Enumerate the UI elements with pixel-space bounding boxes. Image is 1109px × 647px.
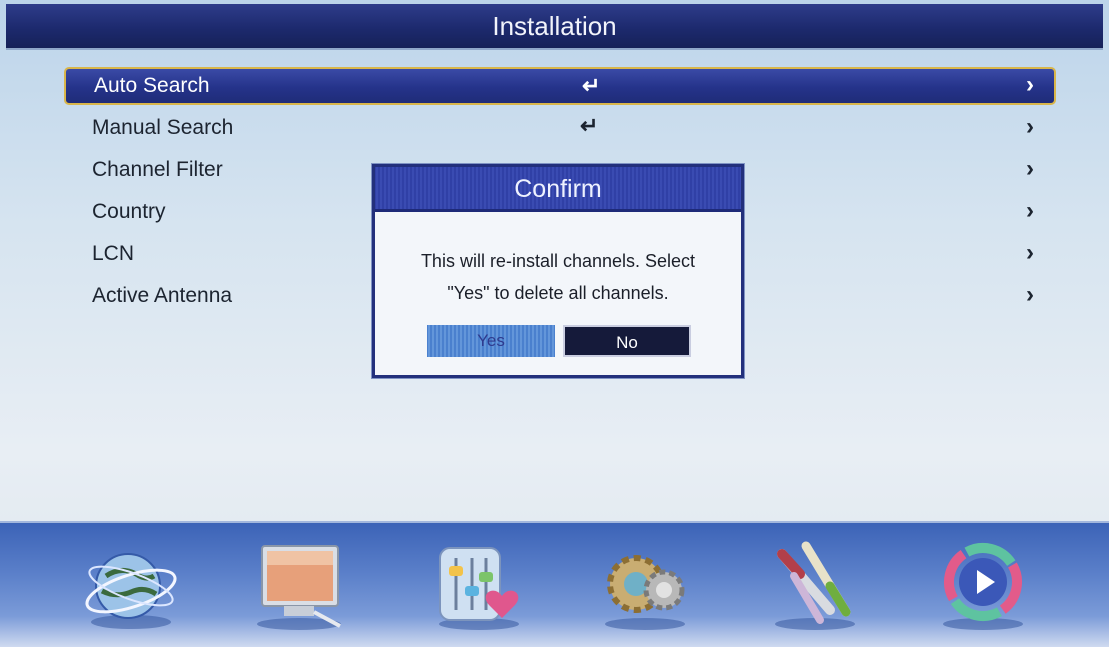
tools-icon[interactable] [760, 536, 870, 636]
dialog-message-line: This will re-install channels. Select [420, 251, 696, 271]
chevron-right-icon: › [1026, 71, 1034, 98]
play-icon[interactable] [928, 536, 1038, 636]
tv-screen: Installation Auto Search ↵ › Manual Sear… [0, 0, 1109, 647]
chevron-right-icon: › [1026, 113, 1034, 140]
menu-item-label: Channel Filter [92, 158, 223, 181]
chevron-right-icon: › [1026, 281, 1034, 308]
no-button[interactable]: No [563, 325, 691, 357]
menu-item-label: LCN [92, 242, 135, 265]
dialog-message: This will re-install channels. Select "Y… [375, 245, 741, 309]
dialog-message-line: "Yes" to delete all channels. [447, 283, 669, 303]
enter-icon: ↵ [582, 73, 601, 98]
menu-item-auto-search[interactable]: Auto Search ↵ › [64, 67, 1056, 105]
chevron-right-icon: › [1026, 155, 1034, 182]
menu-item-label: Active Antenna [92, 284, 233, 307]
monitor-icon[interactable] [244, 536, 354, 636]
dialog-title: Confirm [375, 167, 741, 212]
chevron-right-icon: › [1026, 197, 1034, 224]
gear-icon[interactable] [590, 536, 700, 636]
equalizer-icon[interactable] [424, 536, 534, 636]
enter-icon: ↵ [580, 113, 599, 138]
menu-item-manual-search[interactable]: Manual Search ↵ › [64, 109, 1056, 147]
chevron-right-icon: › [1026, 239, 1034, 266]
yes-button[interactable]: Yes [427, 325, 555, 357]
menu-item-label: Auto Search [94, 74, 210, 97]
globe-icon[interactable] [76, 536, 186, 636]
menu-item-label: Country [92, 200, 166, 223]
confirm-dialog: Confirm This will re-install channels. S… [372, 164, 744, 378]
main-menu-dock [0, 521, 1109, 647]
menu-item-label: Manual Search [92, 116, 234, 139]
